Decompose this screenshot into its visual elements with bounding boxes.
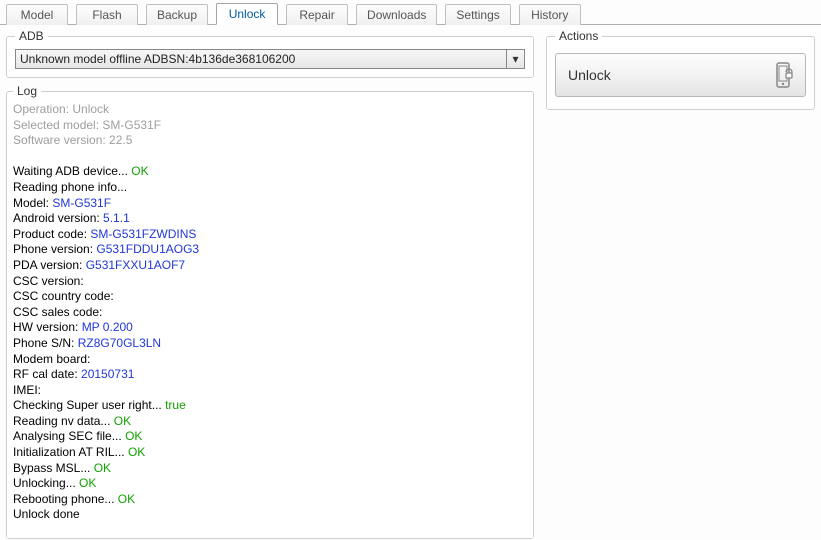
log-segment: Initialization AT RIL... — [13, 445, 128, 459]
tab-label: Settings — [456, 8, 499, 22]
tab-model[interactable]: Model — [6, 4, 68, 25]
tab-label: Backup — [157, 8, 197, 22]
log-segment: Analysing SEC file... — [13, 429, 125, 443]
tab-label: Downloads — [367, 8, 426, 22]
log-segment: Product code: — [13, 227, 90, 241]
log-segment: SM-G531F — [52, 196, 111, 210]
log-segment: SM-G531FZWDINS — [90, 227, 196, 241]
log-line: Software version: 22.5 — [13, 133, 527, 149]
tab-label: Model — [21, 8, 54, 22]
adb-device-dropdown[interactable]: Unknown model offline ADBSN:4b136de36810… — [15, 49, 525, 69]
log-line: Initialization AT RIL... OK — [13, 445, 527, 461]
log-segment: Model: — [13, 196, 52, 210]
tab-backup[interactable]: Backup — [146, 4, 208, 25]
log-line: Checking Super user right... true — [13, 398, 527, 414]
log-line: Operation: Unlock — [13, 102, 527, 118]
log-segment: Software version: 22.5 — [13, 133, 132, 147]
log-segment: OK — [125, 429, 142, 443]
log-line: Reading nv data... OK — [13, 414, 527, 430]
log-segment: Bypass MSL... — [13, 461, 94, 475]
log-segment: Selected model: SM-G531F — [13, 118, 161, 132]
tab-label: History — [531, 8, 568, 22]
log-segment: Reading phone info... — [13, 180, 127, 194]
log-segment: Unlock done — [13, 507, 80, 521]
log-segment: CSC version: — [13, 274, 84, 288]
log-segment: Android version: — [13, 211, 103, 225]
log-segment: OK — [128, 445, 145, 459]
tab-bar: Model Flash Backup Unlock Repair Downloads Set… — [0, 0, 821, 25]
log-line — [13, 149, 527, 165]
adb-legend: ADB — [15, 29, 48, 43]
log-output[interactable]: Operation: Unlock Selected model: SM-G531… — [7, 98, 533, 538]
log-segment: Reading nv data... — [13, 414, 114, 428]
log-line: CSC sales code: — [13, 305, 527, 321]
tab-repair[interactable]: Repair — [286, 4, 348, 25]
log-segment: OK — [79, 476, 96, 490]
log-line: Product code: SM-G531FZWDINS — [13, 227, 527, 243]
log-segment: Unlocking... — [13, 476, 79, 490]
log-segment: Phone version: — [13, 242, 96, 256]
log-segment: CSC country code: — [13, 289, 114, 303]
log-group: Log Operation: Unlock Selected model: SM-… — [6, 84, 534, 539]
log-segment: Modem board: — [13, 352, 90, 366]
log-segment: RZ8G70GL3LN — [78, 336, 161, 350]
chevron-down-icon: ▾ — [506, 50, 524, 68]
log-segment: Waiting ADB device... — [13, 164, 131, 178]
log-line: RF cal date: 20150731 — [13, 367, 527, 383]
log-line: Reading phone info... — [13, 180, 527, 196]
log-line: Waiting ADB device... OK — [13, 164, 527, 180]
log-segment: Operation: Unlock — [13, 102, 109, 116]
log-line: Android version: 5.1.1 — [13, 211, 527, 227]
log-line: Bypass MSL... OK — [13, 461, 527, 477]
log-line: Rebooting phone... OK — [13, 492, 527, 508]
actions-legend: Actions — [555, 29, 602, 43]
log-segment: OK — [114, 414, 131, 428]
log-segment: OK — [118, 492, 135, 506]
tab-flash[interactable]: Flash — [76, 4, 138, 25]
log-segment: Rebooting phone... — [13, 492, 118, 506]
log-segment: OK — [131, 164, 148, 178]
log-segment: 5.1.1 — [103, 211, 130, 225]
tab-unlock[interactable]: Unlock — [216, 3, 278, 25]
tab-label: Repair — [299, 8, 334, 22]
log-segment: CSC sales code: — [13, 305, 102, 319]
log-line: Modem board: — [13, 352, 527, 368]
log-line: Phone S/N: RZ8G70GL3LN — [13, 336, 527, 352]
tab-label: Unlock — [229, 7, 266, 21]
log-segment: IMEI: — [13, 383, 41, 397]
log-segment: OK — [94, 461, 111, 475]
tab-downloads[interactable]: Downloads — [356, 4, 437, 25]
log-line: Unlock done — [13, 507, 527, 523]
tab-label: Flash — [92, 8, 121, 22]
log-segment: RF cal date: — [13, 367, 81, 381]
log-segment: G531FXXU1AOF7 — [86, 258, 185, 272]
unlock-button[interactable]: Unlock — [555, 53, 806, 97]
phone-unlock-icon — [775, 62, 793, 88]
log-line: IMEI: — [13, 383, 527, 399]
log-line: Unlocking... OK — [13, 476, 527, 492]
log-line: Selected model: SM-G531F — [13, 118, 527, 134]
log-segment: MP 0.200 — [82, 320, 133, 334]
log-line: CSC country code: — [13, 289, 527, 305]
adb-group: ADB Unknown model offline ADBSN:4b136de3… — [6, 29, 534, 78]
log-segment: Checking Super user right... — [13, 398, 165, 412]
log-line: CSC version: — [13, 274, 527, 290]
adb-device-selected: Unknown model offline ADBSN:4b136de36810… — [16, 50, 506, 68]
log-segment: HW version: — [13, 320, 82, 334]
log-segment: Phone S/N: — [13, 336, 78, 350]
actions-group: Actions Unlock — [546, 29, 815, 110]
unlock-button-label: Unlock — [568, 67, 611, 83]
log-line: HW version: MP 0.200 — [13, 320, 527, 336]
log-segment: true — [165, 398, 186, 412]
log-line: PDA version: G531FXXU1AOF7 — [13, 258, 527, 274]
tab-history[interactable]: History — [519, 4, 581, 25]
log-legend: Log — [13, 84, 41, 98]
log-line: Model: SM-G531F — [13, 196, 527, 212]
tab-settings[interactable]: Settings — [445, 4, 510, 25]
log-segment: PDA version: — [13, 258, 86, 272]
log-segment: G531FDDU1AOG3 — [96, 242, 199, 256]
log-line: Analysing SEC file... OK — [13, 429, 527, 445]
log-line: Phone version: G531FDDU1AOG3 — [13, 242, 527, 258]
log-segment: 20150731 — [81, 367, 134, 381]
